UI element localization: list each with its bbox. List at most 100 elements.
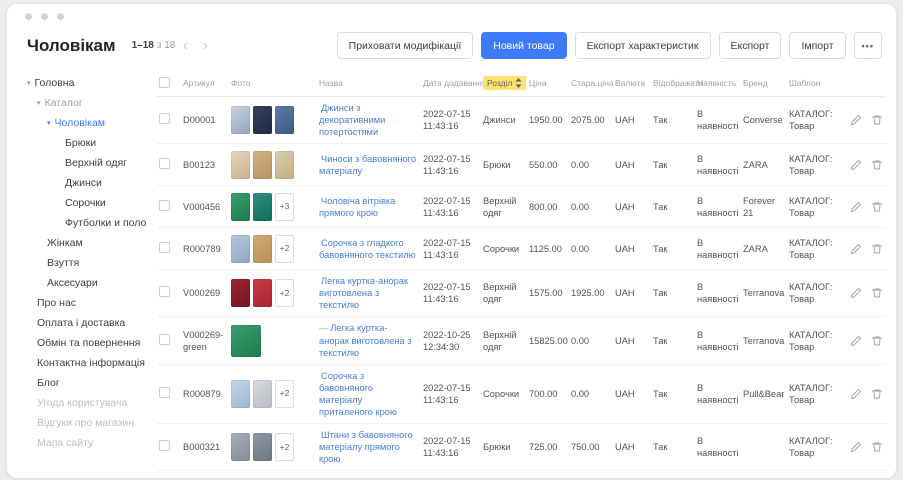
sidebar-item[interactable]: Про нас xyxy=(27,293,157,313)
row-checkbox[interactable] xyxy=(159,334,170,345)
product-name-link[interactable]: Легка куртка-анорак виготовлена з тексти… xyxy=(319,276,408,310)
column-header-currency[interactable]: Валюта xyxy=(615,78,653,88)
row-checkbox[interactable] xyxy=(159,242,170,253)
sidebar-item[interactable]: Контактна інформація xyxy=(27,353,157,373)
sidebar-item[interactable]: Джинси xyxy=(27,173,157,193)
product-name-cell: Сорочка з бавовняного матеріалу притален… xyxy=(319,370,423,418)
product-name-link[interactable]: Джинси з декоративними потертостями xyxy=(319,103,385,137)
export-properties-button[interactable]: Експорт характеристик xyxy=(575,32,711,59)
column-header-section[interactable]: Розділ xyxy=(483,76,529,90)
product-name-link[interactable]: Чиноси з бавовняного матеріалу xyxy=(319,154,416,176)
delete-icon[interactable] xyxy=(871,441,883,453)
column-header-photo[interactable]: Фото xyxy=(231,78,319,88)
delete-icon[interactable] xyxy=(871,335,883,347)
edit-icon[interactable] xyxy=(850,201,862,213)
product-name-link[interactable]: Чоловіча вітрівка прямого крою xyxy=(319,196,395,218)
edit-icon[interactable] xyxy=(850,159,862,171)
sidebar-item-label: Футболки и поло xyxy=(65,217,146,229)
edit-icon[interactable] xyxy=(850,287,862,299)
edit-icon[interactable] xyxy=(850,114,862,126)
sidebar-item[interactable]: Оплата і доставка xyxy=(27,313,157,333)
next-page-button[interactable]: › xyxy=(195,36,215,56)
product-article: V000456 xyxy=(183,201,231,213)
sidebar-item[interactable]: Жінкам xyxy=(27,233,157,253)
row-checkbox[interactable] xyxy=(159,286,170,297)
delete-icon[interactable] xyxy=(871,159,883,171)
column-header-article[interactable]: Артикул xyxy=(183,78,231,88)
delete-icon[interactable] xyxy=(871,201,883,213)
sidebar-item-label: Каталог xyxy=(45,97,83,109)
product-section: Брюки xyxy=(483,159,529,171)
new-product-button[interactable]: Новий товар xyxy=(481,32,566,59)
edit-icon[interactable] xyxy=(850,335,862,347)
product-name-link[interactable]: Сорочка з бавовняного матеріалу притален… xyxy=(319,371,397,417)
column-header-template[interactable]: Шаблон xyxy=(789,78,849,88)
column-header-name[interactable]: Назва xyxy=(319,78,423,88)
product-name-link[interactable]: Сорочка з гладкого бавовняного текстилю xyxy=(319,238,416,260)
sidebar-item[interactable]: Взуття xyxy=(27,253,157,273)
delete-icon[interactable] xyxy=(871,388,883,400)
window-minimize-icon[interactable] xyxy=(41,13,48,20)
sidebar-item[interactable]: Брюки xyxy=(27,133,157,153)
product-date: 2022-07-15 xyxy=(423,195,477,207)
product-date: 2022-07-15 xyxy=(423,435,477,447)
edit-icon[interactable] xyxy=(850,441,862,453)
edit-icon[interactable] xyxy=(850,388,862,400)
product-availability: В наявності xyxy=(697,435,743,459)
import-button[interactable]: Імпорт xyxy=(789,32,845,59)
sidebar-item[interactable]: ▾ Каталог xyxy=(27,93,157,113)
product-availability: В наявності xyxy=(697,153,743,177)
column-header-display[interactable]: Відображати xyxy=(653,78,697,88)
product-template: КАТАЛОГ: Товар xyxy=(789,329,849,353)
window-close-icon[interactable] xyxy=(25,13,32,20)
column-header-price[interactable]: Ціна xyxy=(529,78,571,88)
row-checkbox[interactable] xyxy=(159,387,170,398)
more-actions-button[interactable]: ••• xyxy=(854,32,882,59)
product-price: 1575.00 xyxy=(529,287,571,299)
sidebar-item[interactable]: Блог xyxy=(27,373,157,393)
sidebar-item[interactable]: Верхній одяг xyxy=(27,153,157,173)
row-checkbox[interactable] xyxy=(159,158,170,169)
sidebar-item[interactable]: Мапа сайту xyxy=(27,433,157,453)
product-price: 725.00 xyxy=(529,441,571,453)
product-date: 2022-07-15 xyxy=(423,281,477,293)
sidebar-item[interactable]: Аксесуари xyxy=(27,273,157,293)
row-checkbox[interactable] xyxy=(159,113,170,124)
column-header-availability[interactable]: Наявність xyxy=(697,78,743,88)
row-actions xyxy=(849,201,885,213)
sidebar-item[interactable]: Угода користувача xyxy=(27,393,157,413)
sidebar-item[interactable]: ▾ Чоловікам xyxy=(27,113,157,133)
column-header-date[interactable]: Дата додавання xyxy=(423,78,483,88)
product-display: Так xyxy=(653,335,697,347)
export-button[interactable]: Експорт xyxy=(719,32,782,59)
edit-icon[interactable] xyxy=(850,243,862,255)
row-checkbox[interactable] xyxy=(159,440,170,451)
delete-icon[interactable] xyxy=(871,243,883,255)
product-photos: +3 xyxy=(231,193,319,221)
product-photos: +2 xyxy=(231,380,319,408)
column-header-old-price[interactable]: Стара ціна xyxy=(571,78,615,88)
select-all-checkbox[interactable] xyxy=(159,77,170,88)
product-name-cell: Джинси з декоративними потертостями xyxy=(319,102,423,138)
product-name-link[interactable]: Штани з бавовняного матеріалу прямого кр… xyxy=(319,430,413,464)
sort-icon[interactable] xyxy=(515,78,522,88)
column-header-brand[interactable]: Бренд xyxy=(743,78,789,88)
product-name-link[interactable]: Легка куртка-анорак виготовлена з тексти… xyxy=(319,323,412,357)
sidebar-item[interactable]: Відгуки про магазин xyxy=(27,413,157,433)
sidebar-item-label: Контактна інформація xyxy=(37,357,145,369)
row-checkbox[interactable] xyxy=(159,200,170,211)
product-photo xyxy=(231,433,250,461)
sidebar-item[interactable]: Футболки и поло xyxy=(27,213,157,233)
sidebar-item[interactable]: Обмін та повернення xyxy=(27,333,157,353)
more-photos-badge: +2 xyxy=(275,433,294,461)
product-display: Так xyxy=(653,201,697,213)
product-price: 800.00 xyxy=(529,201,571,213)
sidebar-item[interactable]: Сорочки xyxy=(27,193,157,213)
prev-page-button[interactable]: ‹ xyxy=(175,36,195,56)
sidebar-item[interactable]: ▾ Головна xyxy=(27,73,157,93)
product-price: 1950.00 xyxy=(529,114,571,126)
hide-modifications-button[interactable]: Приховати модифікації xyxy=(337,32,474,59)
delete-icon[interactable] xyxy=(871,287,883,299)
delete-icon[interactable] xyxy=(871,114,883,126)
window-maximize-icon[interactable] xyxy=(57,13,64,20)
